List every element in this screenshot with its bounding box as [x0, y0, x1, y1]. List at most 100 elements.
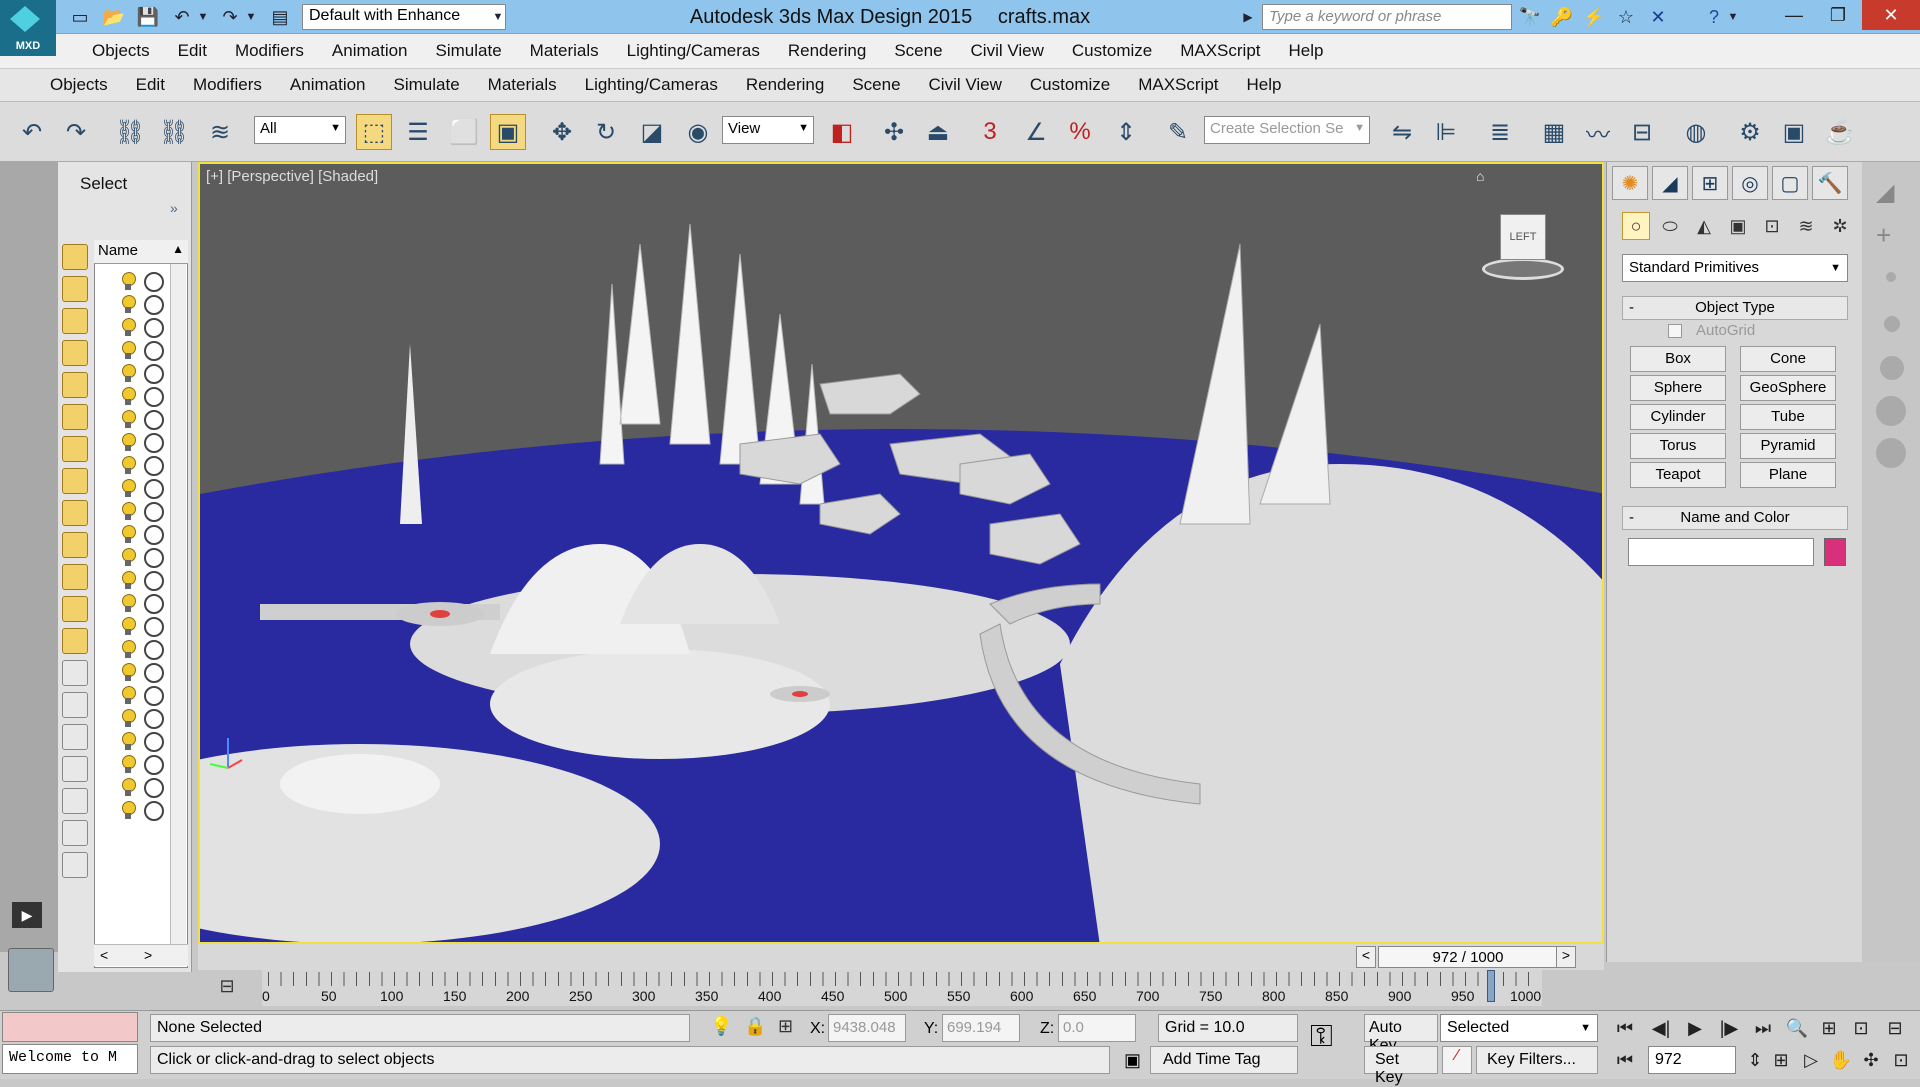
primitive-type-dropdown[interactable]: Standard Primitives — [1622, 254, 1848, 282]
freeze-ring-icon[interactable] — [144, 640, 164, 660]
menu-rendering[interactable]: Rendering — [732, 75, 838, 95]
zoom-all-icon[interactable]: ⊞ — [1814, 1014, 1844, 1042]
shapes-icon[interactable]: ⬭ — [1656, 212, 1684, 240]
restore-icon[interactable]: ❐ — [1816, 0, 1860, 30]
freeze-ring-icon[interactable] — [144, 594, 164, 614]
freeze-ring-icon[interactable] — [144, 617, 164, 637]
undo-icon[interactable]: ↶ — [170, 6, 194, 28]
list-vertical-scrollbar[interactable] — [170, 264, 186, 944]
select-and-move-icon[interactable]: ✥ — [544, 114, 580, 150]
go-to-end-icon[interactable]: ⏭ — [1748, 1014, 1778, 1042]
menu-animation[interactable]: Animation — [276, 75, 380, 95]
maxscript-listener-input[interactable]: Welcome to M — [2, 1044, 138, 1074]
light-bulb-icon[interactable] — [120, 525, 136, 545]
light-bulb-icon[interactable] — [120, 272, 136, 292]
geosphere-button[interactable]: GeoSphere — [1740, 375, 1836, 401]
infocenter-expand-icon[interactable]: ▶ — [1236, 6, 1260, 28]
freeze-ring-icon[interactable] — [144, 479, 164, 499]
display-influences-icon[interactable] — [62, 724, 88, 750]
light-bulb-icon[interactable] — [120, 502, 136, 522]
light-bulb-icon[interactable] — [120, 571, 136, 591]
name-and-color-rollout[interactable]: - Name and Color — [1622, 506, 1848, 530]
zoom-icon[interactable]: 🔍 — [1782, 1014, 1812, 1042]
light-bulb-icon[interactable] — [120, 410, 136, 430]
light-bulb-icon[interactable] — [120, 341, 136, 361]
menu-edit[interactable]: Edit — [122, 75, 179, 95]
display-helpers-icon[interactable] — [62, 404, 88, 430]
freeze-ring-icon[interactable] — [144, 387, 164, 407]
light-bulb-icon[interactable] — [120, 364, 136, 384]
pyramid-button[interactable]: Pyramid — [1740, 433, 1836, 459]
help-dropdown-icon[interactable]: ▼ — [1726, 6, 1740, 28]
search-input[interactable]: Type a keyword or phrase — [1262, 4, 1512, 30]
project-folder-icon[interactable]: ▤ — [268, 6, 292, 28]
next-frame-icon[interactable]: |▶ — [1714, 1014, 1744, 1042]
sphere-button[interactable]: Sphere — [1630, 375, 1726, 401]
light-bulb-icon[interactable] — [120, 433, 136, 453]
snaps-toggle-icon[interactable]: 3 — [972, 114, 1008, 150]
menu-scene[interactable]: Scene — [880, 41, 956, 61]
time-slider[interactable]: 972 / 1000 — [1378, 946, 1558, 968]
play-icon[interactable]: ▶ — [12, 902, 42, 928]
subscription-icon[interactable]: 🔑 — [1550, 6, 1574, 28]
menu-modifiers[interactable]: Modifiers — [221, 41, 318, 61]
display-space-warps-icon[interactable] — [62, 436, 88, 462]
sort-ascending-icon[interactable]: ▲ — [172, 242, 184, 256]
time-configuration-icon[interactable]: ⊞ — [1766, 1046, 1796, 1074]
light-bulb-icon[interactable] — [120, 318, 136, 338]
render-setup-icon[interactable]: ⚙ — [1732, 114, 1768, 150]
plane-button[interactable]: Plane — [1740, 462, 1836, 488]
window-crossing-icon[interactable]: ▣ — [490, 114, 526, 150]
absolute-mode-icon[interactable]: ⊞ — [778, 1016, 793, 1037]
helpers-icon[interactable]: ⊡ — [1758, 212, 1786, 240]
curve-editor-icon[interactable]: 〰 — [1580, 114, 1616, 150]
app-logo-button[interactable]: MXD — [0, 0, 56, 56]
render-production-icon[interactable]: ☕ — [1822, 114, 1858, 150]
pan-view-icon[interactable]: ✋ — [1826, 1046, 1856, 1074]
communication-icon[interactable]: ⚡ — [1582, 6, 1606, 28]
spinner-snap-icon[interactable]: ⇕ — [1108, 114, 1144, 150]
redo-toolbar-icon[interactable]: ↷ — [58, 114, 94, 150]
select-dependents-icon[interactable] — [62, 820, 88, 846]
freeze-ring-icon[interactable] — [144, 571, 164, 591]
select-and-link-icon[interactable]: ⛓ — [112, 114, 148, 150]
display-hidden-icon[interactable] — [62, 628, 88, 654]
menu-materials[interactable]: Materials — [516, 41, 613, 61]
workspace-dropdown-arrow-icon[interactable]: ▼ — [486, 6, 510, 28]
go-to-start-icon[interactable]: ⏮ — [1610, 1014, 1640, 1042]
current-frame-field[interactable]: 972 — [1648, 1046, 1736, 1074]
freeze-ring-icon[interactable] — [144, 364, 164, 384]
menu-objects[interactable]: Objects — [36, 75, 122, 95]
menu-lighting-cameras[interactable]: Lighting/Cameras — [613, 41, 774, 61]
menu-modifiers[interactable]: Modifiers — [179, 75, 276, 95]
menu-objects[interactable]: Objects — [78, 41, 164, 61]
light-bulb-icon[interactable] — [120, 709, 136, 729]
freeze-ring-icon[interactable] — [144, 272, 164, 292]
viewport-label[interactable]: [+] [Perspective] [Shaded] — [206, 168, 378, 185]
exchange-icon[interactable]: ✕ — [1646, 6, 1670, 28]
scroll-right-icon[interactable]: > — [144, 947, 152, 963]
save-file-icon[interactable]: 💾 — [136, 6, 160, 28]
rectangular-selection-icon[interactable]: ⬜ — [446, 114, 482, 150]
pin-icon[interactable]: ◢ — [1876, 178, 1894, 207]
freeze-ring-icon[interactable] — [144, 548, 164, 568]
select-and-rotate-icon[interactable]: ↻ — [588, 114, 624, 150]
view-cube-face[interactable]: LEFT — [1500, 214, 1546, 260]
freeze-ring-icon[interactable] — [144, 502, 164, 522]
time-tag-icon[interactable]: ▣ — [1124, 1050, 1141, 1071]
display-xrefs-icon[interactable] — [62, 500, 88, 526]
space-warps-icon[interactable]: ≋ — [1792, 212, 1820, 240]
light-bulb-icon[interactable] — [120, 686, 136, 706]
display-children-icon[interactable] — [62, 692, 88, 718]
rendered-frame-window-icon[interactable]: ▣ — [1776, 114, 1812, 150]
light-bulb-icon[interactable] — [120, 456, 136, 476]
display-shapes-icon[interactable] — [62, 308, 88, 334]
menu-help[interactable]: Help — [1233, 75, 1296, 95]
freeze-ring-icon[interactable] — [144, 433, 164, 453]
play-animation-icon[interactable]: ▶ — [1680, 1014, 1710, 1042]
box-button[interactable]: Box — [1630, 346, 1726, 372]
previous-frame-icon[interactable]: ◀| — [1646, 1014, 1676, 1042]
menu-animation[interactable]: Animation — [318, 41, 422, 61]
list-item[interactable] — [120, 797, 176, 825]
select-and-place-icon[interactable]: ◉ — [680, 114, 716, 150]
